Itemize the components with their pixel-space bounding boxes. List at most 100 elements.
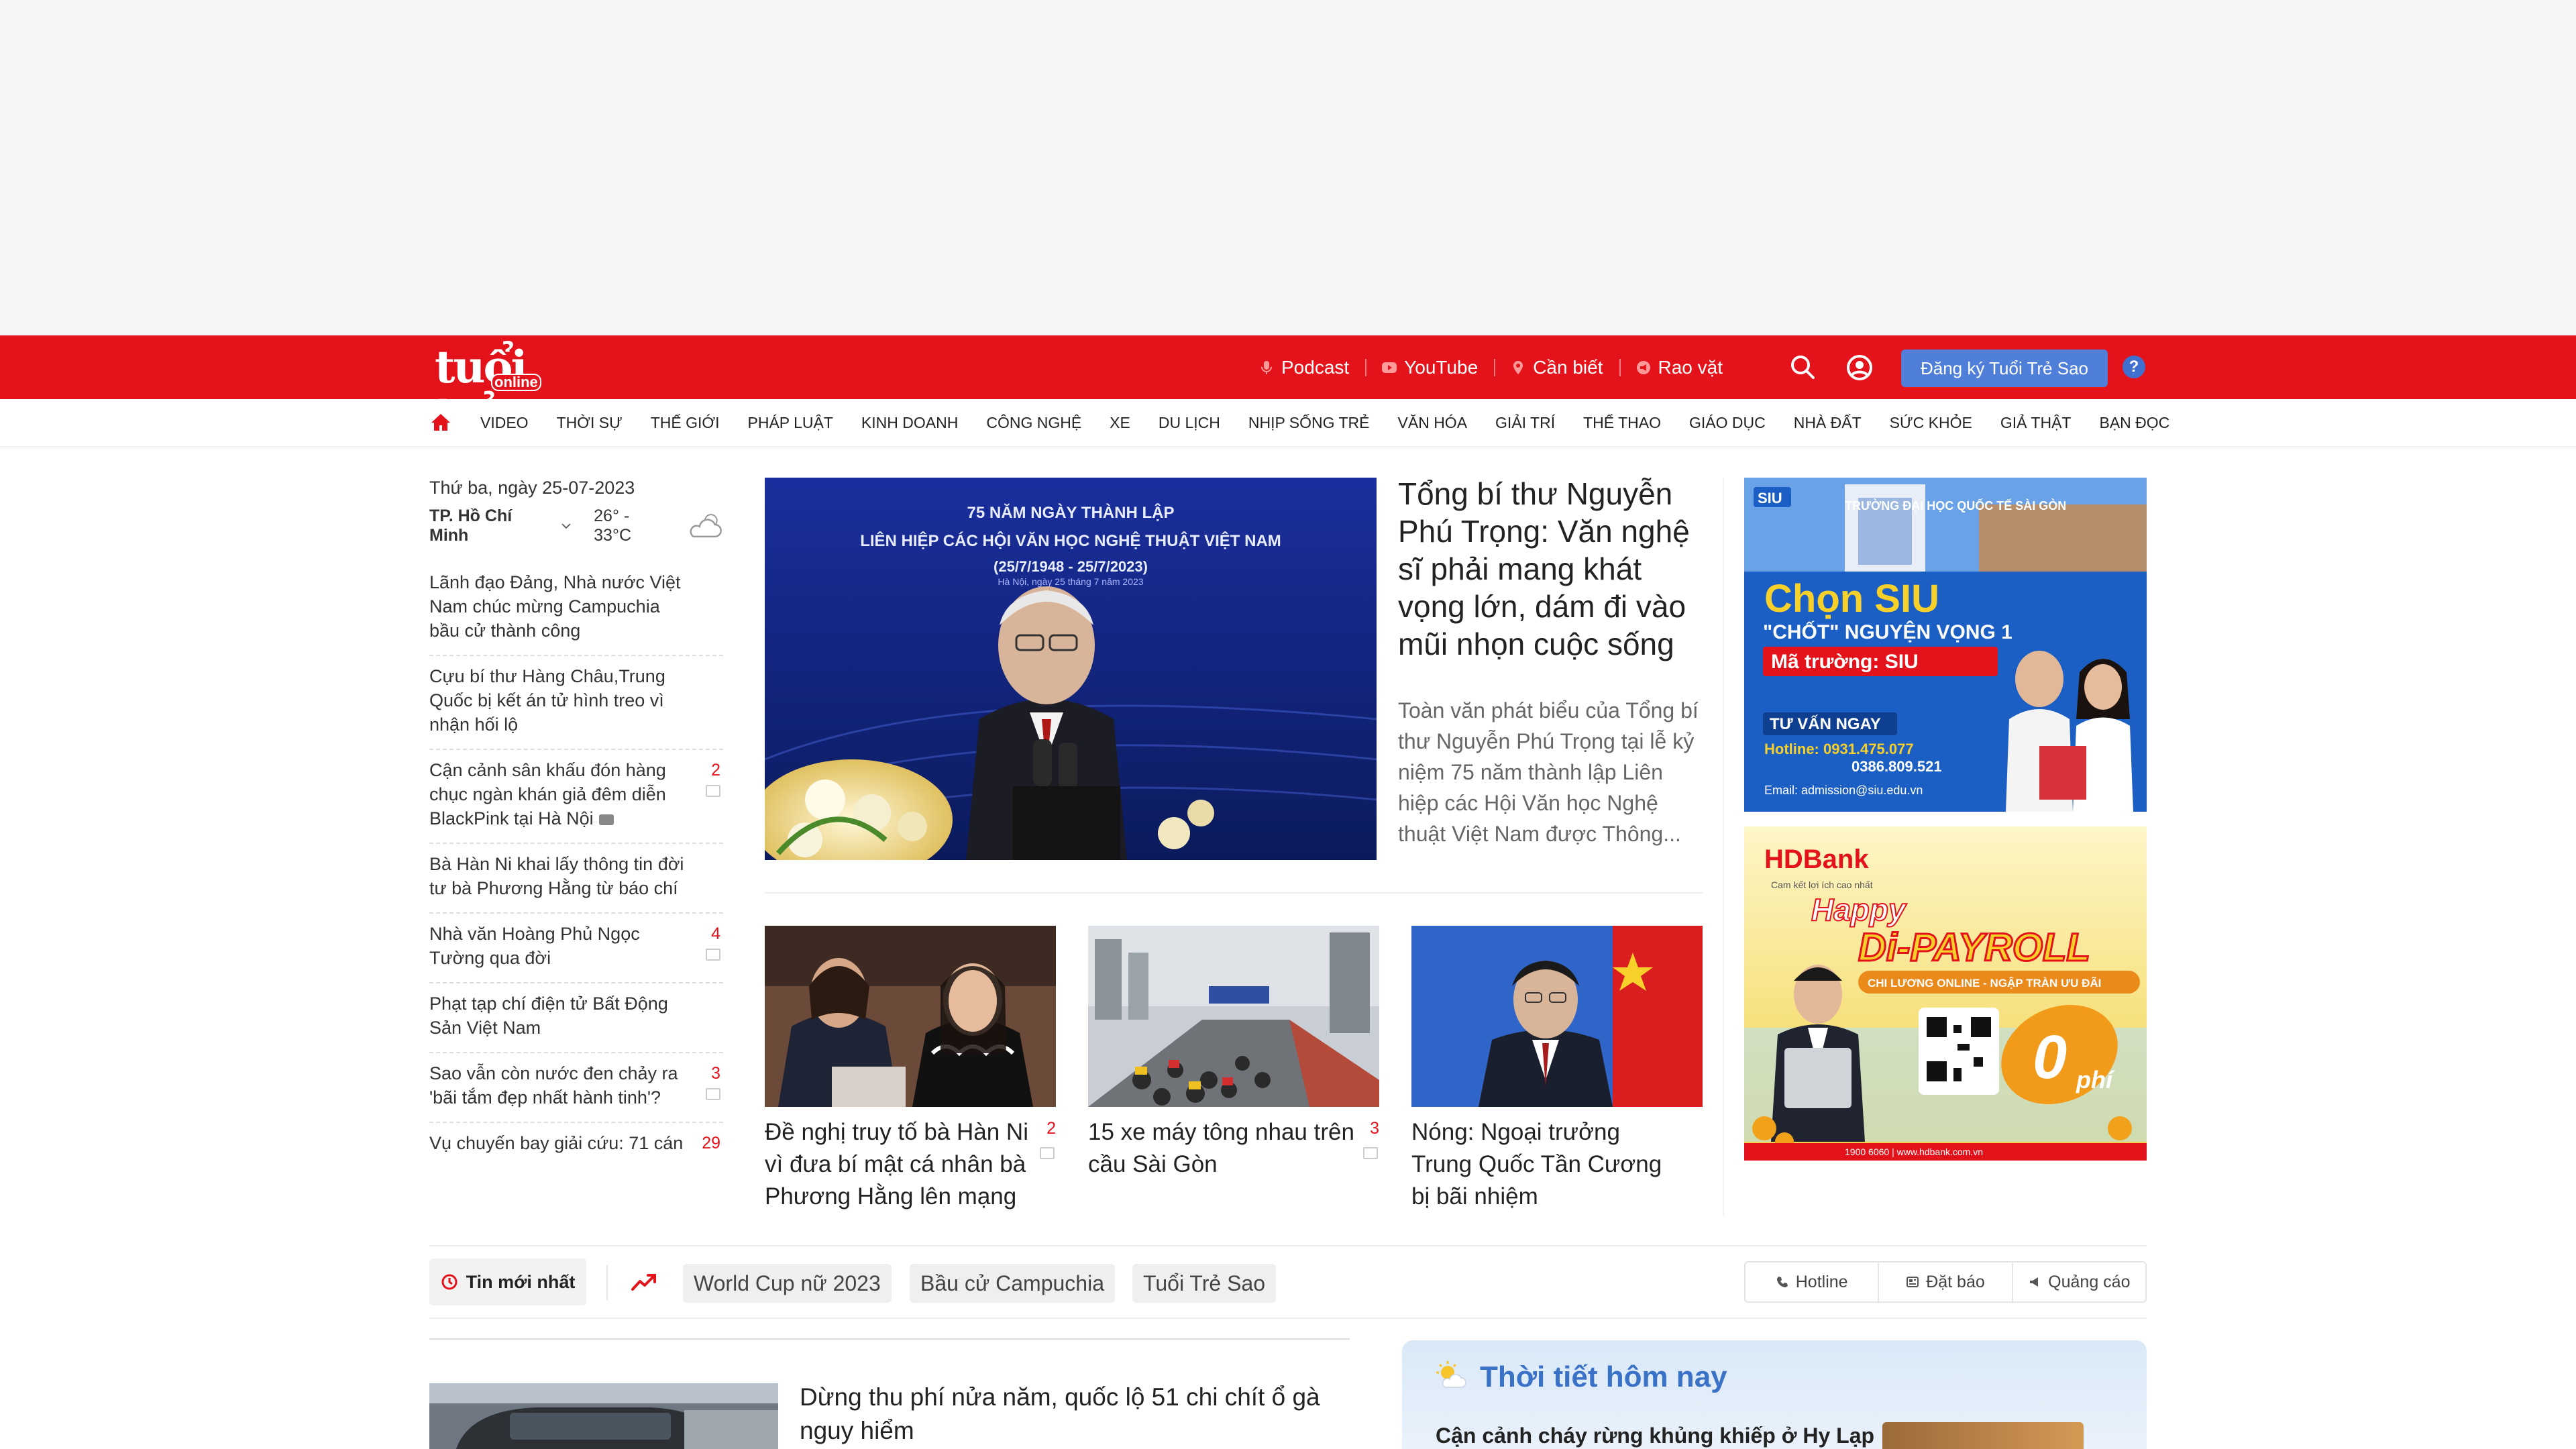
column-divider	[1723, 478, 1724, 1216]
comment-icon	[1363, 1147, 1378, 1159]
divider	[429, 1318, 2147, 1319]
nav-category-1[interactable]: THỜI SỰ	[557, 414, 623, 432]
search-icon[interactable]	[1784, 349, 1822, 386]
news-list-item-title[interactable]: Cựu bí thư Hàng Châu,Trung Quốc bị kết á…	[429, 666, 665, 735]
phone-icon	[1776, 1277, 1788, 1287]
rao-vat-link[interactable]: Rao vặt	[1619, 335, 1739, 399]
sub-story[interactable]: Đề nghị truy tố bà Hàn Ni vì đưa bí mật …	[765, 926, 1056, 1213]
city-selector[interactable]: TP. Hồ Chí Minh	[429, 506, 555, 545]
latest-news-button[interactable]: Tin mới nhất	[429, 1258, 586, 1305]
comment-count[interactable]: 2	[1046, 1119, 1056, 1138]
featured-image[interactable]: 75 NĂM NGÀY THÀNH LẬP LIÊN HIỆP CÁC HỘI …	[765, 478, 1377, 860]
nav-category-11[interactable]: THỂ THAO	[1583, 414, 1661, 432]
news-list-item-title[interactable]: Bà Hàn Ni khai lấy thông tin đời tư bà P…	[429, 854, 684, 898]
nav-category-13[interactable]: NHÀ ĐẤT	[1794, 414, 1862, 432]
hotline-link[interactable]: Hotline	[1746, 1263, 1878, 1301]
svg-text:Di-PAYROLL: Di-PAYROLL	[1858, 926, 2090, 969]
sub-story-title[interactable]: Đề nghị truy tố bà Hàn Ni vì đưa bí mật …	[765, 1116, 1033, 1213]
news-list-item[interactable]: Nhà văn Hoàng Phủ Ngọc Tường qua đời 4	[429, 914, 723, 983]
news-list-item-title[interactable]: Nhà văn Hoàng Phủ Ngọc Tường qua đời	[429, 924, 640, 968]
nav-category-0[interactable]: VIDEO	[480, 414, 529, 432]
camera-icon	[598, 814, 614, 825]
sub-story-image[interactable]	[765, 926, 1056, 1107]
news-list-item-title[interactable]: Vụ chuyến bay giải cứu: 71 cán	[429, 1133, 683, 1153]
nav-category-7[interactable]: DU LỊCH	[1159, 414, 1220, 432]
nav-category-4[interactable]: KINH DOANH	[861, 414, 958, 432]
nav-category-8[interactable]: NHỊP SỐNG TRẺ	[1248, 414, 1370, 432]
featured-title[interactable]: Tổng bí thư Nguyễn Phú Trọng: Văn nghệ s…	[1398, 475, 1693, 663]
podcast-link[interactable]: Podcast	[1242, 335, 1365, 399]
story-image[interactable]	[429, 1383, 778, 1449]
comment-count[interactable]: 2	[711, 758, 720, 782]
news-list-item[interactable]: Phạt tạp chí điện tử Bất Động Sản Việt N…	[429, 983, 723, 1053]
comment-icon	[706, 949, 720, 961]
chevron-down-icon[interactable]	[559, 519, 574, 533]
header-links: Podcast YouTube Cần biết Rao vặt	[1242, 335, 1739, 399]
nav-category-6[interactable]: XE	[1110, 414, 1130, 432]
svg-text:Email: admission@siu.edu.vn: Email: admission@siu.edu.vn	[1764, 784, 1923, 797]
svg-text:TƯ VẤN NGAY: TƯ VẤN NGAY	[1770, 714, 1881, 733]
divider	[765, 892, 1703, 894]
svg-text:Hà Nội, ngày 25 tháng 7 năm 20: Hà Nội, ngày 25 tháng 7 năm 2023	[998, 576, 1143, 587]
story-title[interactable]: Dừng thu phí nửa năm, quốc lộ 51 chi chí…	[800, 1381, 1350, 1448]
news-list-item[interactable]: Cựu bí thư Hàng Châu,Trung Quốc bị kết á…	[429, 656, 723, 750]
sub-story-title[interactable]: Nóng: Ngoại trưởng Trung Quốc Tần Cương …	[1411, 1116, 1680, 1213]
sub-story-image[interactable]	[1088, 926, 1379, 1107]
weather-story-image[interactable]	[1882, 1422, 2084, 1449]
category-nav: VIDEO THỜI SỰ THẾ GIỚI PHÁP LUẬT KINH DOANH C…	[0, 399, 2576, 447]
hdbank-advertisement[interactable]: HDBank Cam kết lợi ích cao nhất Happy Di…	[1744, 826, 2147, 1161]
weather-section-title[interactable]: Thời tiết hôm nay	[1480, 1360, 1727, 1394]
trending-tag[interactable]: World Cup nữ 2023	[683, 1264, 892, 1303]
youtube-link[interactable]: YouTube	[1365, 335, 1494, 399]
signup-tuoi-tre-sao-button[interactable]: Đăng ký Tuổi Trẻ Sao	[1901, 350, 2108, 387]
svg-text:1900 6060 | www.hdbank.com.vn: 1900 6060 | www.hdbank.com.vn	[1845, 1146, 1983, 1157]
news-list-item-title[interactable]: Lãnh đạo Đảng, Nhà nước Việt Nam chúc mừ…	[429, 572, 681, 641]
advertising-link[interactable]: Quảng cáo	[2011, 1263, 2145, 1301]
sub-story-image[interactable]	[1411, 926, 1703, 1107]
nav-category-5[interactable]: CÔNG NGHỆ	[986, 414, 1081, 432]
news-list-item[interactable]: Sao vẫn còn nước đen chảy ra 'bãi tắm đẹ…	[429, 1053, 723, 1123]
trending-tag[interactable]: Bầu cử Campuchia	[910, 1264, 1115, 1303]
comment-count[interactable]: 3	[1370, 1119, 1379, 1138]
svg-text:LIÊN HIỆP CÁC HỘI VĂN HỌC NGHỆ: LIÊN HIỆP CÁC HỘI VĂN HỌC NGHỆ THUẬT VIỆ…	[860, 531, 1281, 550]
subscribe-newspaper-link[interactable]: Đặt báo	[1878, 1263, 2011, 1301]
nav-category-9[interactable]: VĂN HÓA	[1398, 414, 1468, 432]
svg-text:0: 0	[2033, 1023, 2067, 1091]
nav-category-15[interactable]: GIẢ THẬT	[2000, 414, 2072, 432]
trending-tag[interactable]: Tuổi Trẻ Sao	[1132, 1264, 1277, 1303]
news-list-item-title[interactable]: Cận cảnh sân khấu đón hàng chục ngàn khá…	[429, 760, 666, 828]
site-logo[interactable]: tuổi trẻ online	[435, 342, 596, 437]
news-list-item[interactable]: Lãnh đạo Đảng, Nhà nước Việt Nam chúc mừ…	[429, 562, 723, 656]
news-list-item[interactable]: Vụ chuyến bay giải cứu: 71 cán 29	[429, 1123, 723, 1167]
nav-category-3[interactable]: PHÁP LUẬT	[748, 414, 833, 432]
help-icon[interactable]: ?	[2123, 356, 2145, 378]
weather-widget: TP. Hồ Chí Minh 26° - 33°C	[429, 506, 724, 545]
sun-cloud-icon	[1436, 1361, 1466, 1388]
megaphone-icon	[1636, 360, 1650, 374]
news-list-item[interactable]: Cận cảnh sân khấu đón hàng chục ngàn khá…	[429, 750, 723, 844]
news-list-item-title[interactable]: Sao vẫn còn nước đen chảy ra 'bãi tắm đẹ…	[429, 1063, 678, 1108]
nav-category-2[interactable]: THẾ GIỚI	[651, 414, 720, 432]
home-icon[interactable]	[429, 411, 452, 434]
comment-count[interactable]: 4	[711, 922, 720, 946]
sub-story[interactable]: 15 xe máy tông nhau trên cầu Sài Gòn 3	[1088, 926, 1379, 1181]
can-biet-link[interactable]: Cần biết	[1494, 335, 1619, 399]
featured-description: Toàn văn phát biểu của Tổng bí thư Nguyễ…	[1398, 698, 1699, 846]
nav-category-16[interactable]: BẠN ĐỌC	[2099, 414, 2169, 432]
news-list-item-title[interactable]: Phạt tạp chí điện tử Bất Động Sản Việt N…	[429, 994, 668, 1038]
nav-category-12[interactable]: GIÁO DỤC	[1689, 414, 1766, 432]
clock-icon	[441, 1274, 458, 1290]
svg-text:"CHỐT" NGUYỆN VỌNG 1: "CHỐT" NGUYỆN VỌNG 1	[1763, 621, 2012, 643]
siu-advertisement[interactable]: SIU TRƯỜNG ĐẠI HỌC QUỐC TẾ SÀI GÒN Chọn …	[1744, 478, 2147, 812]
sub-story[interactable]: Nóng: Ngoại trưởng Trung Quốc Tần Cương …	[1411, 926, 1703, 1213]
sub-story-title[interactable]: 15 xe máy tông nhau trên cầu Sài Gòn	[1088, 1116, 1356, 1181]
user-account-icon[interactable]	[1841, 349, 1878, 386]
nav-category-14[interactable]: SỨC KHỎE	[1890, 414, 1972, 432]
divider	[429, 1245, 2147, 1246]
weather-story-title[interactable]: Cận cảnh cháy rừng khủng khiếp ở Hy Lạp	[1436, 1424, 1874, 1448]
nav-category-10[interactable]: GIẢI TRÍ	[1495, 414, 1555, 432]
divider	[606, 1265, 608, 1300]
comment-count[interactable]: 3	[711, 1061, 720, 1085]
comment-count[interactable]: 29	[702, 1131, 720, 1155]
news-list-item[interactable]: Bà Hàn Ni khai lấy thông tin đời tư bà P…	[429, 844, 723, 914]
